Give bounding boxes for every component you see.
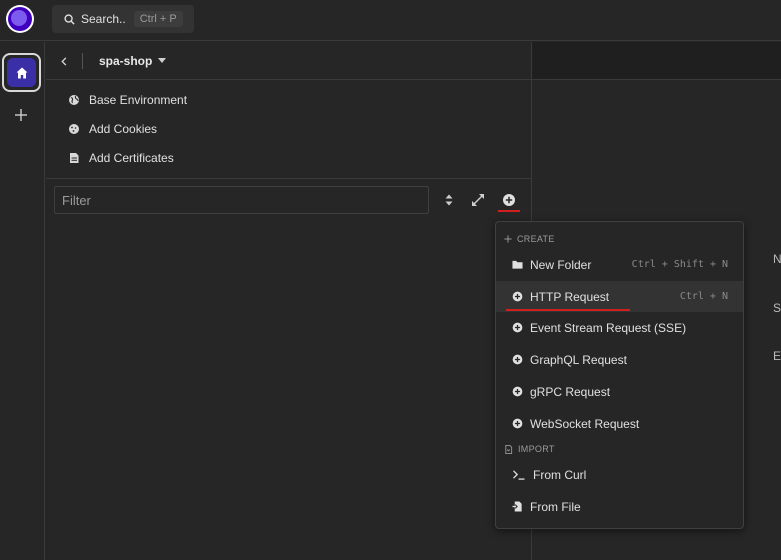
project-header: spa-shop [46,42,532,80]
plus-icon [15,109,27,121]
websocket-request-label: WebSocket Request [530,416,640,431]
file-import-icon [505,444,513,454]
file-import-icon [512,501,522,512]
top-bar: Search.. Ctrl + P [0,0,781,41]
add-cookies-label: Add Cookies [89,121,158,136]
create-dropdown-menu: CREATE New Folder Ctrl + Shift + N HTTP … [495,221,744,529]
add-workspace-button[interactable] [11,105,31,125]
plus-circle-icon [512,291,523,302]
base-environment-item[interactable]: Base Environment [46,85,532,114]
menu-item-grpc-request[interactable]: gRPC Request [496,376,743,407]
filter-input[interactable] [54,186,429,214]
create-button-highlight [498,210,520,212]
menu-item-from-file[interactable]: From File [496,491,743,522]
new-folder-label: New Folder [530,257,592,272]
clipped-label-2: S [773,301,781,315]
add-certificates-label: Add Certificates [89,150,174,165]
left-rail [0,42,45,560]
plus-icon [504,235,512,243]
divider [82,52,83,69]
filter-row [46,178,532,222]
menu-item-graphql-request[interactable]: GraphQL Request [496,344,743,375]
from-file-label: From File [530,499,581,514]
back-button[interactable] [46,53,82,69]
project-switcher[interactable]: spa-shop [99,53,167,68]
certificate-icon [70,152,79,163]
chevron-left-icon [60,56,66,66]
new-folder-shortcut: Ctrl + Shift + N [631,259,728,270]
grpc-request-label: gRPC Request [530,384,611,399]
menu-item-from-curl[interactable]: From Curl [496,459,743,490]
project-sidebar: spa-shop Base Environment Add Cookies Ad… [46,42,532,560]
globe-icon [69,94,79,105]
clipped-label-3: E [773,349,781,363]
plus-circle-icon [512,322,523,333]
create-plus-circle-icon[interactable] [502,193,516,207]
http-request-shortcut: Ctrl + N [679,291,728,302]
clipped-label-1: N [773,252,781,266]
import-section-label: IMPORT [518,444,555,454]
base-environment-label: Base Environment [89,92,188,107]
main-header [532,42,781,80]
graphql-request-label: GraphQL Request [530,352,627,367]
menu-item-http-request[interactable]: HTTP Request Ctrl + N [496,281,743,312]
http-request-highlight [506,309,630,311]
menu-item-new-folder[interactable]: New Folder Ctrl + Shift + N [496,249,743,280]
search-icon [64,13,75,25]
http-request-label: HTTP Request [530,289,610,304]
plus-circle-icon [512,386,523,397]
add-certificates-item[interactable]: Add Certificates [46,143,532,172]
expand-icon[interactable] [471,193,485,207]
cookie-icon [69,123,79,134]
terminal-icon [513,470,525,480]
search-button[interactable]: Search.. Ctrl + P [52,5,194,33]
caret-down-icon [158,58,167,63]
event-stream-label: Event Stream Request (SSE) [530,320,687,335]
home-button[interactable] [2,53,41,92]
plus-circle-icon [512,418,523,429]
plus-circle-icon [512,354,523,365]
environment-list: Base Environment Add Cookies Add Certifi… [46,85,532,172]
import-section-header: IMPORT [504,444,555,454]
home-icon [16,67,27,78]
app-logo-icon[interactable] [6,5,34,33]
menu-item-websocket-request[interactable]: WebSocket Request [496,408,743,439]
add-cookies-item[interactable]: Add Cookies [46,114,532,143]
create-section-label: CREATE [517,234,555,244]
folder-icon [512,260,523,269]
search-shortcut: Ctrl + P [133,11,183,27]
menu-item-event-stream-request[interactable]: Event Stream Request (SSE) [496,312,743,343]
project-name: spa-shop [99,53,153,68]
search-label: Search.. [81,12,126,26]
create-section-header: CREATE [504,234,555,244]
sort-icon[interactable] [442,193,456,207]
from-curl-label: From Curl [533,467,587,482]
